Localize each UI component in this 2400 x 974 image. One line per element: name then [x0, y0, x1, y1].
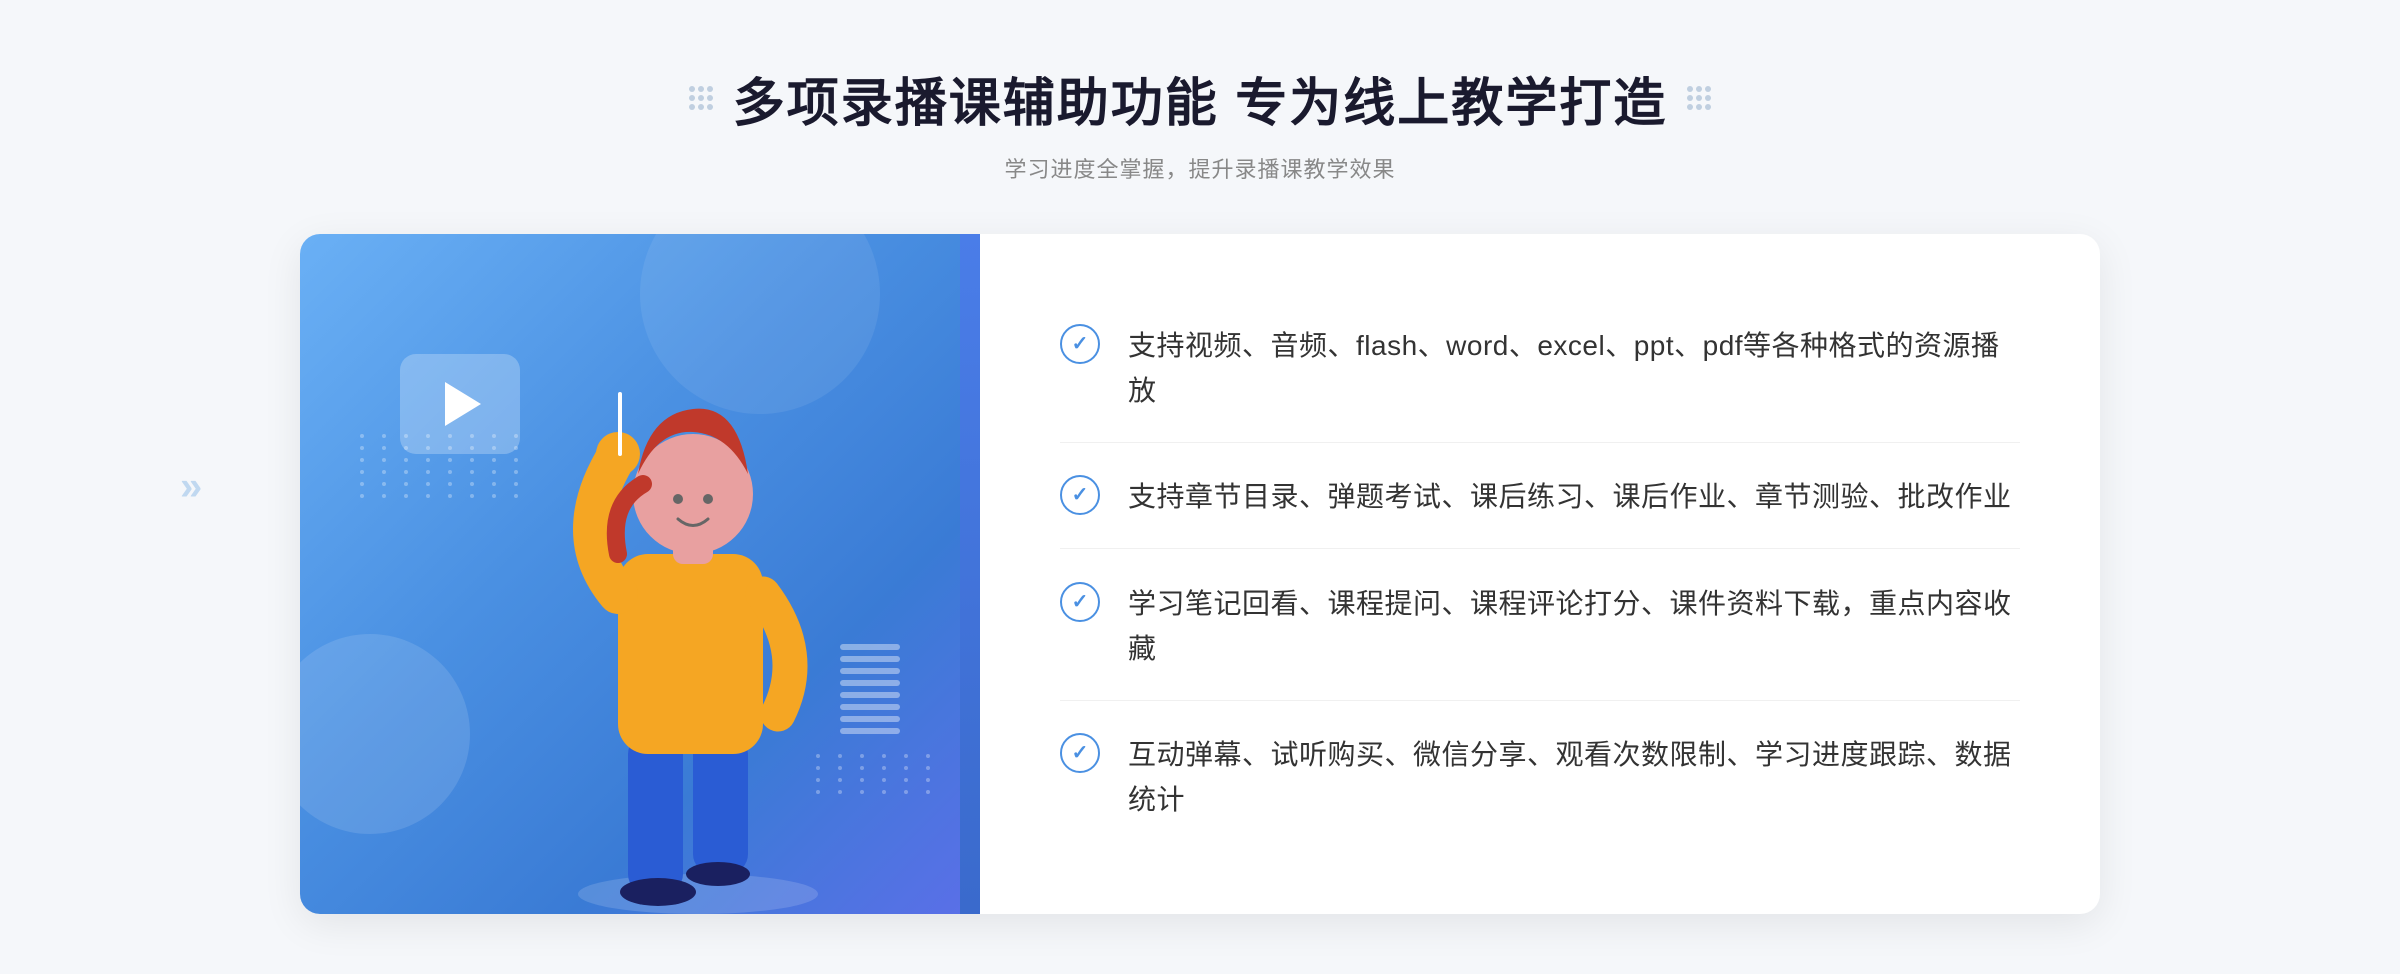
feature-item-1: ✓ 支持视频、音频、flash、word、excel、ppt、pdf等各种格式的…: [1060, 296, 2020, 443]
left-decorative-dots: [689, 86, 713, 110]
play-icon: [445, 382, 481, 426]
feature-text-1: 支持视频、音频、flash、word、excel、ppt、pdf等各种格式的资源…: [1128, 324, 2020, 414]
feature-text-4: 互动弹幕、试听购买、微信分享、观看次数限制、学习进度跟踪、数据统计: [1128, 733, 2020, 823]
check-mark-2: ✓: [1072, 485, 1089, 505]
check-circle-1: ✓: [1060, 324, 1100, 364]
right-content: ✓ 支持视频、音频、flash、word、excel、ppt、pdf等各种格式的…: [980, 234, 2100, 914]
check-mark-1: ✓: [1072, 334, 1089, 354]
feature-item-4: ✓ 互动弹幕、试听购买、微信分享、观看次数限制、学习进度跟踪、数据统计: [1060, 705, 2020, 851]
feature-text-2: 支持章节目录、弹题考试、课后练习、课后作业、章节测验、批改作业: [1128, 475, 2012, 520]
check-circle-2: ✓: [1060, 475, 1100, 515]
page-wrapper: 多项录播课辅助功能 专为线上教学打造 学习进度全掌握，提升录播课教学效果: [0, 0, 2400, 974]
content-card: ✓ 支持视频、音频、flash、word、excel、ppt、pdf等各种格式的…: [300, 234, 2100, 914]
right-blue-bar: [960, 234, 980, 914]
feature-item-2: ✓ 支持章节目录、弹题考试、课后练习、课后作业、章节测验、批改作业: [1060, 447, 2020, 549]
feature-item-3: ✓ 学习笔记回看、课程提问、课程评论打分、课件资料下载，重点内容收藏: [1060, 554, 2020, 701]
check-mark-4: ✓: [1072, 743, 1089, 763]
check-circle-4: ✓: [1060, 733, 1100, 773]
right-decorative-dots: [1687, 86, 1711, 110]
main-title: 多项录播课辅助功能 专为线上教学打造: [733, 61, 1667, 136]
chevron-right-icon: »: [180, 465, 202, 509]
check-mark-3: ✓: [1072, 592, 1089, 612]
check-circle-3: ✓: [1060, 582, 1100, 622]
play-bubble: [400, 354, 520, 454]
left-illustration: [300, 234, 980, 914]
person-figure: [538, 354, 878, 914]
outer-left-arrows: »: [180, 465, 202, 510]
subtitle: 学习进度全掌握，提升录播课教学效果: [689, 152, 1711, 184]
feature-text-3: 学习笔记回看、课程提问、课程评论打分、课件资料下载，重点内容收藏: [1128, 582, 2020, 672]
header-section: 多项录播课辅助功能 专为线上教学打造 学习进度全掌握，提升录播课教学效果: [689, 61, 1711, 184]
title-row: 多项录播课辅助功能 专为线上教学打造: [689, 61, 1711, 136]
